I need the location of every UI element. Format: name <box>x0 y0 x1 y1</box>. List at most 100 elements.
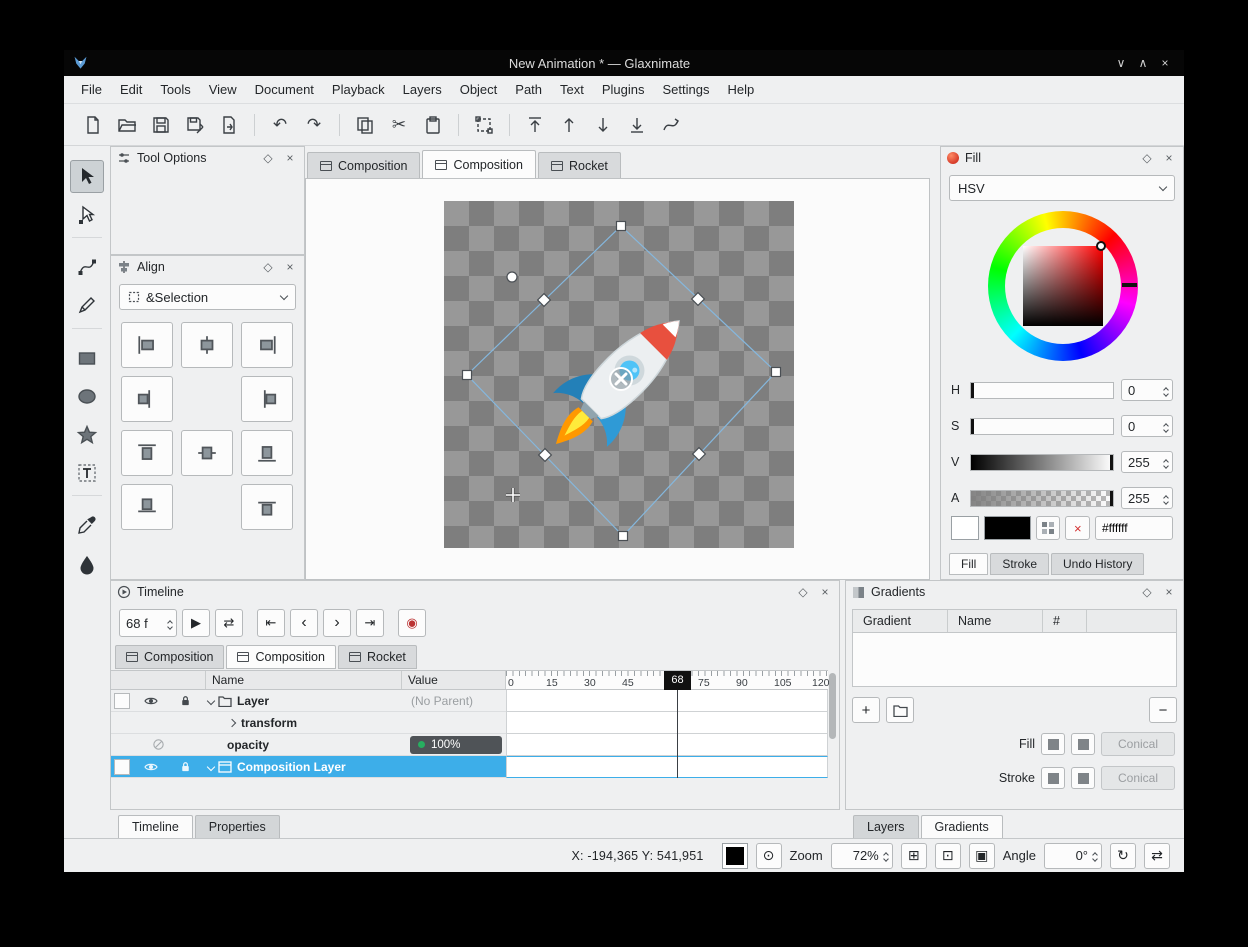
timeline-tab-composition-1[interactable]: Composition <box>115 645 224 669</box>
menu-document[interactable]: Document <box>246 78 323 101</box>
maximize-button[interactable]: ∧ <box>1132 56 1154 70</box>
float-panel-icon[interactable]: ◇ <box>260 260 276 274</box>
float-panel-icon[interactable]: ◇ <box>1139 585 1155 599</box>
saturation-slider[interactable] <box>970 418 1114 435</box>
menu-text[interactable]: Text <box>551 78 593 101</box>
layer-checkbox[interactable] <box>114 693 130 709</box>
zoom-fit-icon[interactable]: ⊞ <box>901 843 927 869</box>
angle-reset-icon[interactable]: ↻ <box>1110 843 1136 869</box>
lock-icon[interactable] <box>168 694 202 707</box>
undo-icon[interactable]: ↶ <box>265 110 295 140</box>
cut-icon[interactable]: ✂ <box>384 110 414 140</box>
float-panel-icon[interactable]: ◇ <box>795 585 811 599</box>
stroke-radial-gradient-button[interactable] <box>1071 767 1095 789</box>
dock-tab-timeline[interactable]: Timeline <box>118 815 193 838</box>
visibility-eye-icon[interactable] <box>134 760 168 774</box>
timeline-tab-rocket[interactable]: Rocket <box>338 645 417 669</box>
go-last-frame-icon[interactable]: ⇥ <box>356 609 384 637</box>
current-color-indicator[interactable] <box>722 843 748 869</box>
new-document-icon[interactable] <box>78 110 108 140</box>
add-gradient-button[interactable]: + <box>852 697 880 723</box>
menu-playback[interactable]: Playback <box>323 78 394 101</box>
close-button[interactable]: × <box>1154 56 1176 70</box>
color-picker-tool[interactable] <box>70 509 104 541</box>
fill-tool[interactable] <box>70 548 104 580</box>
prev-frame-icon[interactable]: ‹ <box>290 609 318 637</box>
float-panel-icon[interactable]: ◇ <box>1139 151 1155 165</box>
canvas-viewport[interactable] <box>305 178 930 580</box>
paste-icon[interactable] <box>418 110 448 140</box>
hidden-eye-icon[interactable] <box>141 738 175 751</box>
fill-gradient-type-combo[interactable]: Conical <box>1101 732 1175 756</box>
align-bottom-outside-button[interactable] <box>241 484 293 530</box>
color-selector-dot[interactable] <box>1096 241 1106 251</box>
canvas-tab-composition-1[interactable]: Composition <box>307 152 420 178</box>
canvas-tab-composition-2[interactable]: Composition <box>422 150 535 178</box>
alpha-slider[interactable] <box>970 490 1114 507</box>
visibility-eye-icon[interactable] <box>134 694 168 708</box>
align-target-combo[interactable]: &Selection <box>119 284 296 310</box>
raise-to-top-icon[interactable] <box>520 110 550 140</box>
revert-icon[interactable] <box>214 110 244 140</box>
stroke-linear-gradient-button[interactable] <box>1041 767 1065 789</box>
select-tool[interactable] <box>70 160 104 193</box>
zoom-reset-icon[interactable]: ⊡ <box>935 843 961 869</box>
record-icon[interactable]: ◉ <box>398 609 426 637</box>
new-folder-icon[interactable] <box>886 697 914 723</box>
composition-layer-track[interactable] <box>506 756 828 778</box>
expander-icon[interactable] <box>228 718 236 726</box>
float-panel-icon[interactable]: ◇ <box>260 151 276 165</box>
menu-settings[interactable]: Settings <box>654 78 719 101</box>
palette-icon[interactable] <box>1036 516 1061 540</box>
copy-icon[interactable] <box>350 110 380 140</box>
edit-nodes-tool[interactable] <box>70 199 104 231</box>
value-spinbox[interactable]: 255 <box>1121 451 1173 473</box>
color-wheel[interactable] <box>988 211 1138 361</box>
tab-stroke[interactable]: Stroke <box>990 553 1049 575</box>
next-frame-icon[interactable]: › <box>323 609 351 637</box>
layer-row[interactable]: Layer (No Parent) <box>111 690 506 712</box>
close-panel-icon[interactable]: × <box>282 151 298 165</box>
fill-radial-gradient-button[interactable] <box>1071 733 1095 755</box>
layer-track[interactable] <box>506 690 828 712</box>
angle-spinbox[interactable]: 0° <box>1044 843 1102 869</box>
save-icon[interactable] <box>146 110 176 140</box>
stroke-gradient-type-combo[interactable]: Conical <box>1101 766 1175 790</box>
opacity-track[interactable] <box>506 734 828 756</box>
expander-icon[interactable] <box>207 762 215 770</box>
layer-checkbox[interactable] <box>114 759 130 775</box>
timeline-ruler[interactable]: 0 15 30 45 68 75 90 105 120 <box>506 670 828 690</box>
playhead-line[interactable] <box>677 690 678 778</box>
fill-linear-gradient-button[interactable] <box>1041 733 1065 755</box>
align-left-button[interactable] <box>121 322 173 368</box>
close-panel-icon[interactable]: × <box>1161 585 1177 599</box>
raise-icon[interactable] <box>554 110 584 140</box>
lock-icon[interactable] <box>168 760 202 773</box>
close-panel-icon[interactable]: × <box>282 260 298 274</box>
menu-object[interactable]: Object <box>451 78 507 101</box>
save-as-icon[interactable] <box>180 110 210 140</box>
text-tool[interactable] <box>70 457 104 489</box>
go-first-frame-icon[interactable]: ⇤ <box>257 609 285 637</box>
zoom-spinbox[interactable]: 72% <box>831 843 893 869</box>
hue-slider[interactable] <box>970 382 1114 399</box>
dock-tab-properties[interactable]: Properties <box>195 815 280 838</box>
align-hcenter-button[interactable] <box>181 322 233 368</box>
star-tool[interactable] <box>70 418 104 450</box>
clear-color-icon[interactable]: × <box>1065 516 1090 540</box>
menu-help[interactable]: Help <box>719 78 764 101</box>
align-top-outside-button[interactable] <box>121 484 173 530</box>
view-reset-icon[interactable]: ▣ <box>969 843 995 869</box>
lower-to-bottom-icon[interactable] <box>622 110 652 140</box>
draw-bezier-tool[interactable] <box>70 251 104 283</box>
align-vcenter-button[interactable] <box>181 430 233 476</box>
frame-spinbox[interactable]: 68 f <box>119 609 177 637</box>
current-frame-chip[interactable]: 68 <box>664 671 691 690</box>
hue-spinbox[interactable]: 0 <box>1121 379 1173 401</box>
secondary-color-swatch[interactable] <box>984 516 1031 540</box>
menu-edit[interactable]: Edit <box>111 78 151 101</box>
opacity-value-chip[interactable]: 100% <box>410 736 502 754</box>
canvas-tab-rocket[interactable]: Rocket <box>538 152 621 178</box>
value-slider[interactable] <box>970 454 1114 471</box>
menu-layers[interactable]: Layers <box>394 78 451 101</box>
